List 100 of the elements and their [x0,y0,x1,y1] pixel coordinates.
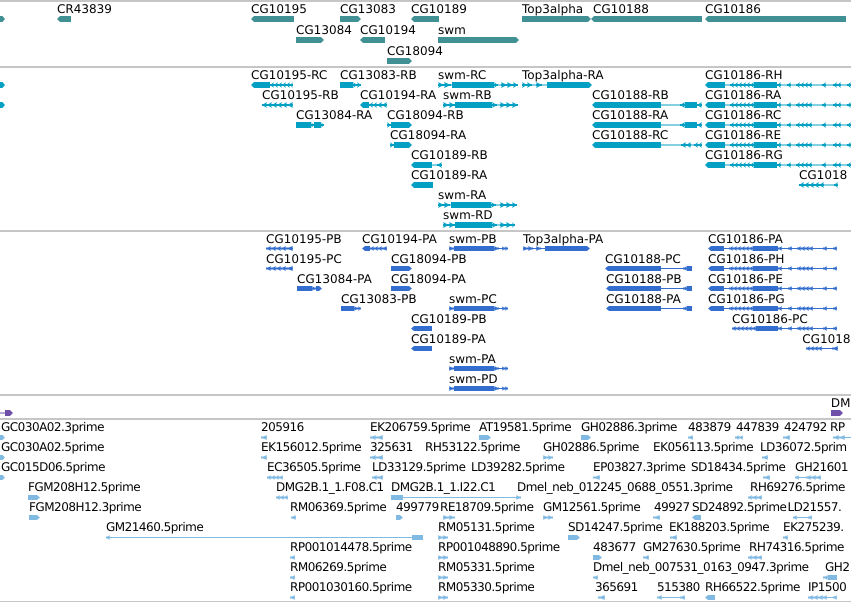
est-bar[interactable] [438,575,448,580]
protein-bar[interactable] [806,346,838,351]
est-bar[interactable] [748,495,762,500]
transcript-bar[interactable] [296,122,324,128]
protein-bar[interactable] [362,246,387,251]
est-bar[interactable] [593,575,598,580]
transcript-bar[interactable] [592,102,702,108]
transcript-bar[interactable] [705,162,851,168]
transcript-bar[interactable] [705,102,851,108]
transcript-bar[interactable] [251,82,293,88]
gene-bar[interactable] [360,37,385,43]
transcript-bar[interactable] [522,82,592,88]
est-bar[interactable] [261,455,267,460]
est-bar[interactable] [438,535,448,540]
transcript-bar[interactable] [390,142,412,148]
est-bar[interactable] [267,475,283,480]
est-bar[interactable] [783,435,790,440]
est-bar[interactable] [370,455,383,460]
transcript-bar[interactable] [705,122,851,128]
est-bar[interactable] [0,435,5,440]
transcript-bar[interactable] [262,102,293,108]
protein-bar[interactable] [708,306,837,311]
protein-bar[interactable] [449,366,508,371]
est-bar[interactable] [763,475,770,480]
transcript-bar[interactable] [592,122,702,128]
transcript-bar[interactable] [443,222,515,228]
protein-bar[interactable] [606,286,692,291]
est-bar[interactable] [643,555,649,560]
est-bar[interactable] [808,595,837,600]
est-bar[interactable] [748,555,762,560]
protein-bar[interactable] [708,286,837,291]
transcript-bar[interactable] [438,82,518,88]
est-bar[interactable] [705,595,715,600]
est-bar[interactable] [28,495,40,500]
protein-bar[interactable] [297,286,322,291]
transcript-bar[interactable] [0,82,5,88]
est-bar[interactable] [438,555,448,560]
est-bar[interactable] [793,515,812,520]
transcript-bar[interactable] [799,182,838,188]
est-bar[interactable] [833,435,851,440]
transcript-bar[interactable] [438,202,517,208]
protein-bar[interactable] [411,326,432,331]
transcript-bar[interactable] [592,142,702,148]
gene-bar[interactable] [340,16,361,22]
est-bar[interactable] [653,515,660,520]
gene-bar[interactable] [438,37,519,43]
est-bar[interactable] [670,535,677,540]
gene-bar[interactable] [411,16,439,22]
est-bar[interactable] [0,475,5,480]
est-bar[interactable] [391,495,521,500]
est-bar[interactable] [290,575,295,580]
feature-bar[interactable] [831,410,843,416]
protein-bar[interactable] [391,266,412,271]
est-bar[interactable] [479,435,491,440]
transcript-bar[interactable] [443,102,518,108]
protein-bar[interactable] [411,346,432,351]
transcript-bar[interactable] [411,162,442,168]
est-bar[interactable] [0,455,5,460]
transcript-bar[interactable] [0,102,5,108]
est-bar[interactable] [598,595,605,600]
est-bar[interactable] [261,435,267,440]
protein-bar[interactable] [708,266,837,271]
gene-bar[interactable] [296,37,324,43]
protein-bar[interactable] [391,286,412,291]
protein-bar[interactable] [523,246,590,251]
protein-bar[interactable] [341,306,361,311]
transcript-bar[interactable] [411,182,433,188]
est-bar[interactable] [762,455,768,460]
transcript-bar[interactable] [387,122,412,128]
est-bar[interactable] [396,515,403,520]
transcript-bar[interactable] [360,102,387,108]
protein-bar[interactable] [266,246,293,251]
est-bar[interactable] [735,435,743,440]
est-bar[interactable] [568,535,580,540]
est-bar[interactable] [543,515,553,520]
est-bar[interactable] [543,455,553,460]
est-bar[interactable] [593,475,600,480]
est-bar[interactable] [290,555,295,560]
est-bar[interactable] [291,515,296,520]
gene-bar[interactable] [0,16,5,22]
protein-bar[interactable] [732,326,837,331]
est-bar[interactable] [443,515,455,520]
est-bar[interactable] [692,515,701,520]
transcript-bar[interactable] [705,82,851,88]
protein-bar[interactable] [449,386,508,391]
feature-bar[interactable] [0,410,13,416]
gene-bar[interactable] [251,16,294,22]
protein-bar[interactable] [449,306,508,311]
transcript-bar[interactable] [340,82,361,88]
est-bar[interactable] [795,475,821,480]
est-bar[interactable] [823,575,837,580]
est-bar[interactable] [688,435,693,440]
est-bar[interactable] [438,595,448,600]
est-bar[interactable] [657,595,685,600]
transcript-bar[interactable] [705,142,851,148]
protein-bar[interactable] [606,306,692,311]
est-bar[interactable] [276,495,288,500]
protein-bar[interactable] [605,266,692,271]
protein-bar[interactable] [708,246,837,251]
est-bar[interactable] [370,435,383,440]
